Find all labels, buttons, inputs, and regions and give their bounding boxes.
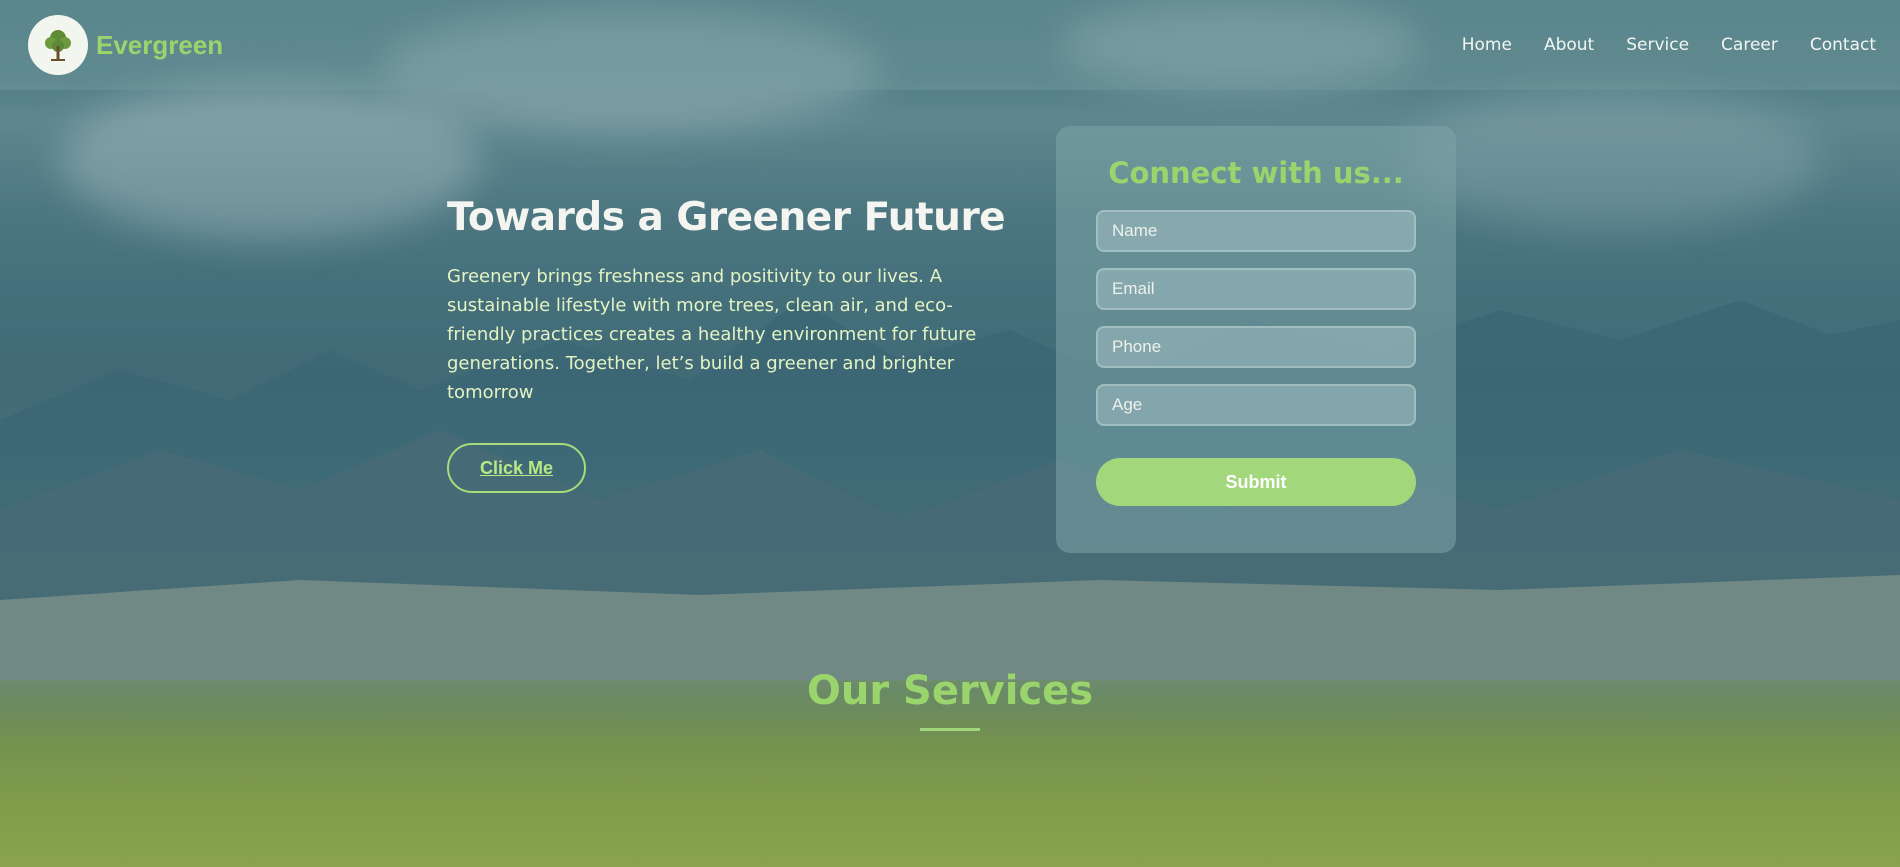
title-underline [920,728,980,731]
nav-home[interactable]: Home [1462,35,1512,55]
services-title: Our Services [806,668,1094,714]
email-field[interactable] [1096,268,1416,310]
form-title: Connect with us... [1108,156,1404,190]
hero-section: Towards a Greener Future Greenery brings… [447,195,1007,493]
brand[interactable]: Evergreen [28,15,223,75]
phone-field[interactable] [1096,326,1416,368]
nav-contact[interactable]: Contact [1810,35,1876,55]
main-nav: Home About Service Career Contact [1462,35,1876,55]
site-header: Evergreen Home About Service Career Cont… [0,0,1900,90]
contact-form: Connect with us... Submit [1056,126,1456,553]
services-section: Our Services [0,668,1900,731]
tree-icon [28,15,88,75]
hero-description: Greenery brings freshness and positivity… [447,266,977,403]
hero-title: Towards a Greener Future [447,195,1006,240]
brand-name: Evergreen [96,29,224,60]
nav-about[interactable]: About [1544,35,1594,55]
age-field[interactable] [1096,384,1416,426]
submit-button[interactable]: Submit [1096,458,1416,506]
name-field[interactable] [1096,210,1416,252]
click-me-button[interactable]: Click Me [447,443,586,493]
nav-service[interactable]: Service [1626,35,1689,55]
nav-career[interactable]: Career [1721,35,1778,55]
